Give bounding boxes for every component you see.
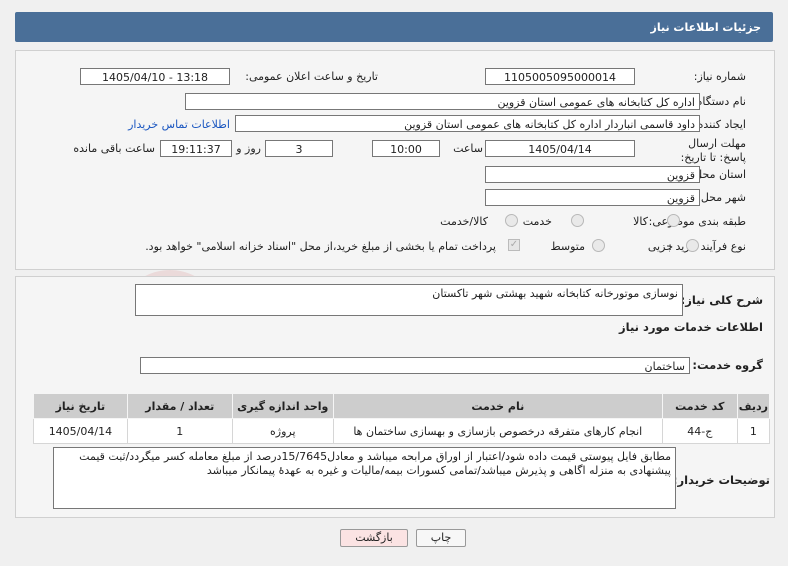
deadline-label: مهلت ارسال پاسخ: تا تاریخ: xyxy=(680,137,746,164)
need-number-field: 1105005095000014 xyxy=(485,68,635,85)
print-button[interactable]: چاپ xyxy=(416,529,466,547)
buyer-contact-link[interactable]: اطلاعات تماس خریدار xyxy=(128,118,230,131)
process-medium-label: متوسط xyxy=(550,240,585,253)
remaining-time-field: 19:11:37 xyxy=(160,140,232,157)
category-goods-service-radio[interactable] xyxy=(505,214,518,227)
announce-date-label: تاریخ و ساعت اعلان عمومی: xyxy=(245,70,378,83)
service-group-field: ساختمان xyxy=(140,357,690,374)
col-service-name: نام خدمت xyxy=(332,393,663,419)
services-heading: اطلاعات خدمات مورد نیاز xyxy=(619,320,763,334)
deadline-date-field: 1405/04/14 xyxy=(485,140,635,157)
services-table: ردیف کد خدمت نام خدمت واحد اندازه گیری ت… xyxy=(33,393,771,444)
deadline-time-field: 10:00 xyxy=(372,140,440,157)
category-goods-service-label: کالا/خدمت xyxy=(440,215,488,228)
cell-service-code: ج-44 xyxy=(661,418,738,444)
process-medium-radio[interactable] xyxy=(592,239,605,252)
col-row: ردیف xyxy=(736,393,771,419)
services-table-header: ردیف کد خدمت نام خدمت واحد اندازه گیری ت… xyxy=(33,393,771,419)
cell-quantity: 1 xyxy=(126,418,233,444)
category-goods-label: کالا xyxy=(633,215,648,228)
page-title: جزئیات اطلاعات نیاز xyxy=(650,21,762,34)
summary-field: نوسازی موتورخانه کتابخانه شهید بهشتی شهر… xyxy=(135,284,683,316)
process-label: نوع فرآیند خرید : xyxy=(668,240,746,253)
buyer-notes-field: مطابق فایل پیوستی قیمت داده شود/اعتبار ا… xyxy=(53,447,676,509)
col-service-code: کد خدمت xyxy=(661,393,738,419)
treasury-payment-checkbox[interactable]: ✓ xyxy=(508,239,520,251)
remaining-time-label: ساعت باقی مانده xyxy=(73,142,155,155)
buyer-notes-label: توضیحات خریدار: xyxy=(672,473,770,487)
days-field: 3 xyxy=(265,140,333,157)
city-field: قزوین xyxy=(485,189,700,206)
process-minor-radio[interactable] xyxy=(686,239,699,252)
cell-unit: پروژه xyxy=(231,418,334,444)
category-goods-radio[interactable] xyxy=(667,214,680,227)
col-need-date: تاریخ نیاز xyxy=(33,393,128,419)
category-service-label: خدمت xyxy=(522,215,552,228)
province-field: قزوین xyxy=(485,166,700,183)
col-unit: واحد اندازه گیری xyxy=(231,393,334,419)
back-button[interactable]: بازگشت xyxy=(340,529,408,547)
treasury-payment-note: پرداخت تمام یا بخشی از مبلغ خرید،از محل … xyxy=(145,240,496,253)
summary-label: شرح کلی نیاز: xyxy=(680,293,763,307)
service-group-label: گروه خدمت: xyxy=(692,358,763,372)
process-minor-label: جزیی xyxy=(647,240,673,253)
cell-service-name: انجام کارهای متفرقه درخصوص بازسازی و بهس… xyxy=(332,418,663,444)
deadline-time-label: ساعت xyxy=(453,142,483,155)
category-label: طبقه بندی موضوعی: xyxy=(648,215,746,228)
days-label: روز و xyxy=(236,142,261,155)
page-header: جزئیات اطلاعات نیاز xyxy=(15,12,773,42)
table-row: 1 ج-44 انجام کارهای متفرقه درخصوص بازساز… xyxy=(33,418,771,444)
creator-field: داود قاسمی انباردار اداره کل کتابخانه ها… xyxy=(235,115,700,132)
need-number-label: شماره نیاز: xyxy=(693,70,746,83)
announce-date-field: 1405/04/10 - 13:18 xyxy=(80,68,230,85)
cell-need-date: 1405/04/14 xyxy=(33,418,128,444)
col-quantity: تعداد / مقدار xyxy=(126,393,233,419)
buyer-org-field: اداره کل کتابخانه های عمومی استان قزوین xyxy=(185,93,700,110)
category-service-radio[interactable] xyxy=(571,214,584,227)
cell-row: 1 xyxy=(736,418,771,444)
